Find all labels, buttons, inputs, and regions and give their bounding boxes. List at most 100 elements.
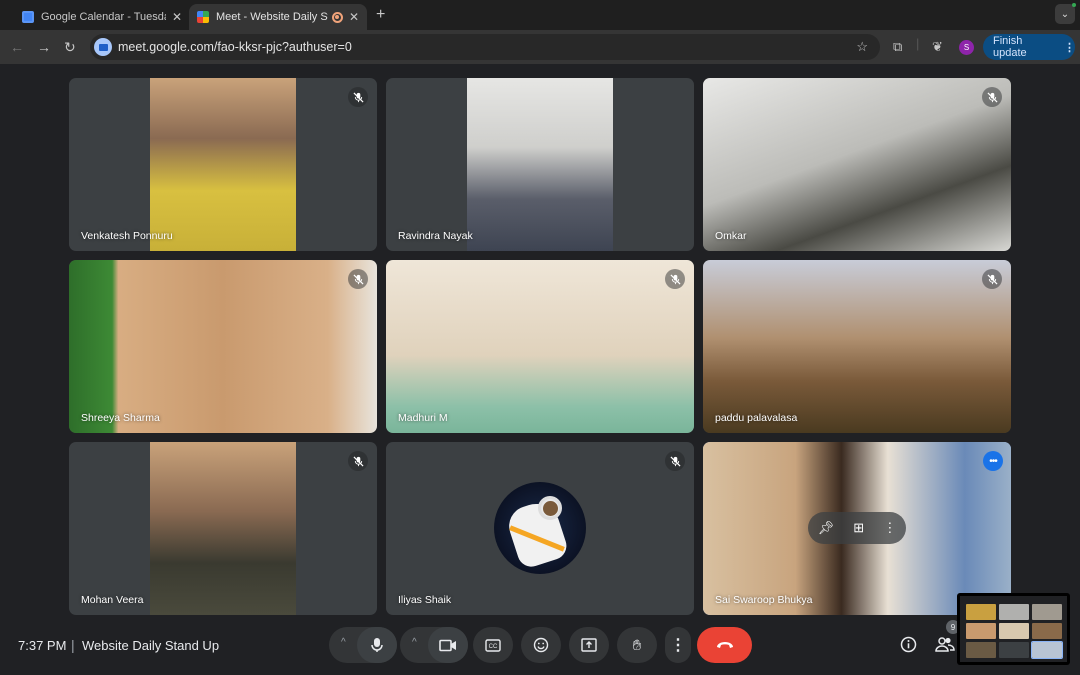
participant-tile[interactable]: Mohan Veera (69, 442, 377, 615)
performance-leaf-icon[interactable]: ❦ (932, 39, 943, 55)
mic-off-icon (348, 269, 368, 289)
participant-tile[interactable]: Ravindra Nayak (386, 78, 694, 251)
notification-dot (1072, 3, 1076, 7)
participant-tile[interactable]: Omkar (703, 78, 1011, 251)
browser-tab-bar: Google Calendar - Tuesday, S ✕ Meet - We… (0, 0, 1080, 30)
pip-tile (1032, 623, 1062, 639)
pip-tile (966, 604, 996, 620)
participant-tile[interactable]: paddu palavalasa (703, 260, 1011, 433)
address-bar[interactable]: meet.google.com/fao-kksr-pjc?authuser=0 … (90, 34, 880, 60)
calendar-icon (22, 11, 34, 23)
captions-button[interactable]: CC (473, 627, 513, 663)
mic-off-icon (665, 451, 685, 471)
finish-update-button[interactable]: Finish update ⋮ (983, 34, 1075, 60)
pip-tile (966, 623, 996, 639)
participant-avatar-astronaut (494, 482, 586, 574)
audio-options-chevron-icon[interactable]: ^ (341, 637, 346, 648)
microphone-icon (371, 638, 383, 652)
tile-hover-actions: 📌︎ ⊞ ⋮ (808, 512, 906, 544)
participant-tile[interactable]: Venkatesh Ponnuru (69, 78, 377, 251)
participant-name: Mohan Veera (81, 594, 144, 606)
extensions-icon[interactable]: ⧉ (893, 39, 902, 55)
meeting-time: 7:37 PM (18, 638, 67, 653)
participant-name: Sai Swaroop Bhukya (715, 594, 813, 606)
pip-tile (966, 642, 996, 658)
tab-search-button[interactable]: ⌄ (1055, 3, 1076, 24)
participant-name: Venkatesh Ponnuru (81, 230, 173, 242)
pin-icon[interactable]: 📌︎ (818, 520, 835, 536)
participant-name: paddu palavalasa (715, 412, 798, 424)
participant-name: Shreeya Sharma (81, 412, 160, 424)
participant-video (703, 78, 1011, 251)
meeting-controls-bar: 7:37 PM | Website Daily Stand Up ^ ^ CC … (0, 620, 1080, 675)
raise-hand-button[interactable]: ✋︎ (617, 627, 657, 663)
participant-tile-active-speaker[interactable]: ••• 📌︎ ⊞ ⋮ Sai Swaroop Bhukya (703, 442, 1011, 615)
meeting-details-button[interactable] (900, 636, 917, 657)
tab-meet[interactable]: Meet - Website Daily Stan ✕ (189, 4, 367, 30)
reload-button[interactable]: ↻ (64, 39, 76, 56)
bookmark-star-icon[interactable]: ☆ (856, 39, 868, 55)
tab-title: Google Calendar - Tuesday, S (41, 11, 166, 23)
captions-icon: CC (485, 638, 501, 652)
pip-tile (999, 604, 1029, 620)
participant-video (150, 442, 296, 615)
pip-content (960, 596, 1067, 662)
participant-name: Madhuri M (398, 412, 448, 424)
self-view-pip-preview[interactable] (957, 593, 1070, 665)
recording-indicator-icon (331, 11, 343, 23)
participant-video (386, 260, 694, 433)
tab-google-calendar[interactable]: Google Calendar - Tuesday, S ✕ (14, 4, 190, 30)
toolbar-divider: | (916, 36, 920, 51)
chevron-down-icon: ⌄ (1060, 8, 1070, 20)
kebab-menu-icon: ⋮ (1064, 41, 1075, 54)
people-icon (935, 637, 955, 652)
tab-title: Meet - Website Daily Stan (216, 11, 328, 23)
emoji-icon (533, 637, 549, 653)
close-tab-icon[interactable]: ✕ (349, 10, 359, 24)
mic-off-icon (348, 87, 368, 107)
add-to-frame-icon[interactable]: ⊞ (853, 520, 864, 536)
participant-name: Omkar (715, 230, 747, 242)
browser-toolbar: ← → ↻ meet.google.com/fao-kksr-pjc?authu… (0, 30, 1080, 64)
finish-update-label: Finish update (993, 35, 1027, 59)
participant-name: Ravindra Nayak (398, 230, 473, 242)
pip-tile (1031, 641, 1063, 659)
url-text[interactable]: meet.google.com/fao-kksr-pjc?authuser=0 (118, 40, 352, 54)
svg-text:CC: CC (489, 644, 498, 650)
participant-video (467, 78, 613, 251)
more-options-icon[interactable]: ⋮ (883, 520, 896, 536)
pip-tile (999, 623, 1029, 639)
mic-off-icon (348, 451, 368, 471)
new-tab-button[interactable]: + (376, 6, 385, 24)
participant-name: Iliyas Shaik (398, 594, 452, 606)
people-button[interactable] (935, 636, 955, 656)
participant-tile[interactable]: Iliyas Shaik (386, 442, 694, 615)
mic-off-icon (982, 269, 1002, 289)
mic-off-icon (665, 269, 685, 289)
camera-button[interactable] (428, 627, 468, 663)
more-options-button[interactable]: ⋮ (665, 627, 691, 663)
raise-hand-icon: ✋︎ (632, 636, 642, 654)
meet-icon (197, 11, 209, 23)
microphone-button[interactable] (357, 627, 397, 663)
profile-avatar[interactable]: S (959, 40, 974, 55)
tile-more-options-button[interactable]: ••• (983, 451, 1003, 471)
divider: | (71, 637, 75, 653)
participant-tile[interactable]: Shreeya Sharma (69, 260, 377, 433)
leave-call-button[interactable] (697, 627, 752, 663)
more-vert-icon: ⋮ (670, 637, 686, 654)
present-screen-button[interactable] (569, 627, 609, 663)
camera-icon (439, 639, 456, 651)
forward-button[interactable]: → (37, 39, 51, 55)
pip-tile (1032, 604, 1062, 620)
info-icon (900, 636, 917, 653)
back-button[interactable]: ← (10, 39, 24, 55)
close-tab-icon[interactable]: ✕ (172, 10, 182, 24)
participant-video (150, 78, 296, 251)
mic-off-icon (982, 87, 1002, 107)
video-options-chevron-icon[interactable]: ^ (412, 637, 417, 648)
site-info-icon[interactable] (94, 38, 112, 56)
reactions-button[interactable] (521, 627, 561, 663)
participant-tile[interactable]: Madhuri M (386, 260, 694, 433)
pip-tile (999, 642, 1029, 658)
